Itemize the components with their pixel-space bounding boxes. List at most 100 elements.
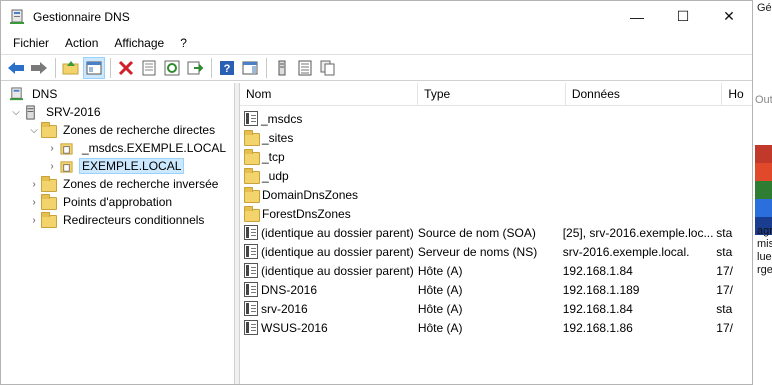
tree-label-zone-exemple: EXEMPLE.LOCAL [79, 158, 185, 174]
delete-button[interactable] [115, 57, 137, 79]
forward-icon [31, 61, 47, 74]
tree-item-conditional-forwarders[interactable]: › Redirecteurs conditionnels [27, 211, 207, 229]
list-item[interactable]: (identique au dossier parent) Serveur de … [240, 242, 752, 261]
record-timestamp: sta [716, 225, 733, 240]
cell-name: _msdcs [240, 111, 415, 126]
record-icon [244, 301, 258, 316]
record-data: 192.168.1.84 [562, 301, 633, 316]
cell-name: _tcp [240, 148, 415, 165]
list-item[interactable]: ForestDnsZones [240, 204, 752, 223]
background-window: Gére Out agr mis lue rge [752, 0, 772, 385]
menu-fichier[interactable]: Fichier [5, 33, 57, 53]
properties-button[interactable] [138, 57, 160, 79]
chevron-down-icon[interactable]: ⌵ [27, 125, 41, 136]
record-name: DNS-2016 [261, 282, 318, 297]
folder-icon [244, 167, 260, 184]
column-header-timestamp[interactable]: Ho [722, 83, 752, 106]
menu-help[interactable]: ? [172, 33, 195, 53]
cell-name: WSUS-2016 [240, 320, 415, 335]
tree-label-reverse-zones: Zones de recherche inversée [63, 177, 219, 191]
tree-item-server[interactable]: ⌵ SRV-2016 [9, 103, 104, 121]
cell-name: srv-2016 [240, 301, 415, 316]
tree-item-zone-exemple[interactable]: › EXEMPLE.LOCAL [45, 157, 185, 175]
copy-button[interactable] [317, 57, 339, 79]
cell-name: ForestDnsZones [240, 205, 415, 222]
console-tree: DNS ⌵ SRV-2016 ⌵ Zones de recherche dire… [1, 83, 235, 384]
column-header-type[interactable]: Type [418, 83, 566, 106]
results-list: Nom Type Données Ho _msdcs _sites _tcp _udp… [240, 83, 752, 384]
list-item[interactable]: (identique au dossier parent) Hôte (A) 192… [240, 261, 752, 280]
dns-app-icon [9, 9, 25, 25]
list-item[interactable]: _tcp [240, 147, 752, 166]
server-record-icon [278, 60, 286, 75]
list-view-button[interactable] [294, 57, 316, 79]
record-name: (identique au dossier parent) [261, 225, 414, 240]
record-timestamp: sta [716, 301, 733, 316]
list-rows: _msdcs _sites _tcp _udp DomainDnsZones Forest… [240, 106, 752, 337]
list-item[interactable]: DNS-2016 Hôte (A) 192.168.1.189 17/ [240, 280, 752, 299]
list-item[interactable]: srv-2016 Hôte (A) 192.168.1.84 sta [240, 299, 752, 318]
list-item[interactable]: DomainDnsZones [240, 185, 752, 204]
chevron-right-icon[interactable]: › [45, 143, 59, 154]
help-icon: ? [220, 60, 234, 75]
close-button[interactable]: ✕ [706, 1, 752, 32]
up-folder-button[interactable] [60, 57, 82, 79]
record-data: 192.168.1.84 [562, 263, 633, 278]
refresh-icon [164, 60, 180, 75]
toolbar-separator [110, 57, 111, 78]
column-header-data[interactable]: Données [566, 83, 723, 106]
tree-item-trust-points[interactable]: › Points d'approbation [27, 193, 175, 211]
list-item[interactable]: (identique au dossier parent) Source de n… [240, 223, 752, 242]
column-header-name[interactable]: Nom [240, 83, 419, 106]
record-name: _tcp [262, 149, 285, 164]
list-item[interactable]: _msdcs [240, 109, 752, 128]
tree-item-forward-zones[interactable]: ⌵ Zones de recherche directes [27, 121, 218, 139]
record-type: Hôte (A) [417, 282, 463, 297]
maximize-button[interactable]: ☐ [660, 1, 706, 32]
menu-bar: Fichier Action Affichage ? [1, 32, 752, 54]
export-button[interactable] [184, 57, 206, 79]
server-record-button[interactable] [271, 57, 293, 79]
cell-name: (identique au dossier parent) [240, 244, 415, 259]
minimize-button[interactable]: — [614, 1, 660, 32]
cell-name: DomainDnsZones [240, 186, 415, 203]
menu-affichage[interactable]: Affichage [106, 33, 172, 53]
record-icon [244, 263, 258, 278]
show-tree-button[interactable] [83, 56, 105, 79]
background-window-lines: agr mis lue rge [757, 225, 772, 276]
record-data: 192.168.1.86 [562, 320, 633, 335]
help-button[interactable]: ? [216, 57, 238, 79]
list-item[interactable]: WSUS-2016 Hôte (A) 192.168.1.86 17/ [240, 318, 752, 337]
record-timestamp: 17/ [716, 320, 733, 335]
chevron-right-icon[interactable]: › [45, 161, 59, 172]
record-name: _sites [262, 130, 294, 145]
minimize-icon: — [630, 8, 644, 25]
tree-item-reverse-zones[interactable]: › Zones de recherche inversée [27, 175, 221, 193]
forward-button[interactable] [28, 57, 50, 79]
record-name: _udp [262, 168, 289, 183]
record-type: Hôte (A) [417, 301, 463, 316]
chevron-right-icon[interactable]: › [27, 215, 41, 226]
chevron-right-icon[interactable]: › [27, 179, 41, 190]
chevron-right-icon[interactable]: › [27, 197, 41, 208]
record-timestamp: 17/ [716, 282, 733, 297]
list-item[interactable]: _udp [240, 166, 752, 185]
tree-item-zone-msdcs[interactable]: › _msdcs.EXEMPLE.LOCAL [45, 139, 229, 157]
background-window-text: Out [755, 94, 772, 106]
show-action-pane-button[interactable] [239, 57, 261, 79]
refresh-button[interactable] [161, 57, 183, 79]
folder-icon [41, 176, 57, 192]
title-bar[interactable]: Gestionnaire DNS — ☐ ✕ [1, 1, 752, 32]
record-icon [244, 320, 258, 335]
record-name: _msdcs [261, 111, 303, 126]
back-button[interactable] [5, 57, 27, 79]
tree-label-server: SRV-2016 [46, 105, 101, 119]
folder-icon [41, 212, 57, 228]
list-header: Nom Type Données Ho [240, 83, 752, 106]
chevron-down-icon[interactable]: ⌵ [9, 107, 23, 118]
list-item[interactable]: _sites [240, 128, 752, 147]
maximize-icon: ☐ [676, 8, 690, 24]
record-data: [25], srv-2016.exemple.loc... [562, 225, 714, 240]
tree-item-dns[interactable]: DNS [9, 85, 60, 103]
menu-action[interactable]: Action [57, 33, 106, 53]
